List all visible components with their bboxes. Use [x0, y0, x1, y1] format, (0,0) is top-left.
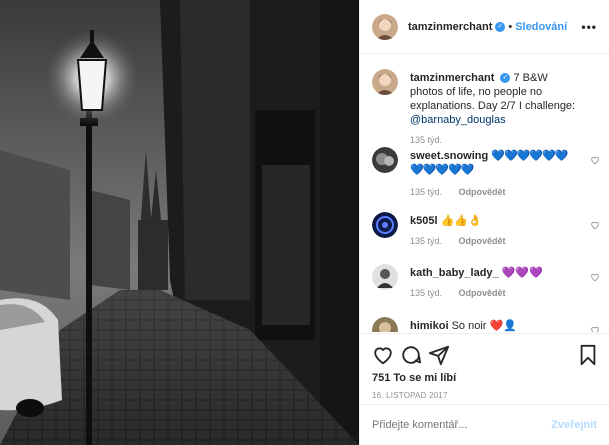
comment-body: So noir ❤️👤 [451, 320, 517, 332]
caption-text: tamzinmerchant ✓ 7 B&W photos of life, n… [410, 71, 580, 127]
comment-time: 135 týd. [410, 236, 443, 246]
comment-row: himikoi So noir ❤️👤 [372, 317, 600, 332]
heart-icon[interactable] [372, 344, 394, 366]
post-actions: 751 To se mi líbí 16. LISTOPAD 2017 Zveř… [360, 333, 609, 443]
comment-username[interactable]: k505l [410, 215, 438, 227]
comment-meta: 135 týd. Odpovědět [410, 288, 506, 298]
comment-row: k505l 👍👍👌 135 týd. Odpovědět [372, 212, 600, 252]
comment-username[interactable]: kath_baby_lady_ [410, 267, 499, 279]
caption-time: 135 týd. [410, 135, 443, 145]
comment-meta: 135 týd. Odpovědět [410, 187, 506, 197]
comment-row: sweet.snowing 💙💙💙💙💙💙💙💙💙💙💙 135 týd. Odpov… [372, 147, 600, 197]
more-options-icon[interactable]: ••• [581, 21, 597, 33]
post-comment-button[interactable]: Zveřejnit [551, 419, 597, 431]
share-icon[interactable] [428, 344, 450, 366]
caption-row: tamzinmerchant ✓ 7 B&W photos of life, n… [372, 69, 600, 145]
commenter-avatar[interactable] [372, 147, 398, 173]
comment-row: kath_baby_lady_ 💜💜💜 135 týd. Odpovědět [372, 264, 600, 304]
comment-text: sweet.snowing 💙💙💙💙💙💙💙💙💙💙💙 [410, 149, 580, 177]
comment-username[interactable]: himikoi [410, 320, 449, 332]
comment-body: 👍👍👌 [440, 215, 482, 227]
bookmark-icon[interactable] [577, 344, 599, 366]
comment-body: 💜💜💜 [501, 267, 543, 279]
verified-badge-icon: ✓ [500, 73, 511, 84]
comment-time: 135 týd. [410, 288, 443, 298]
post-photo[interactable] [0, 0, 359, 445]
likes-count[interactable]: 751 To se mi líbí [372, 372, 456, 384]
separator-dot: • [508, 20, 513, 33]
post-side-panel: tamzinmerchant ✓ • Sledování ••• tamzinm… [359, 0, 609, 445]
comment-text: kath_baby_lady_ 💜💜💜 [410, 266, 580, 280]
commenter-avatar[interactable] [372, 264, 398, 290]
avatar-image [372, 69, 398, 95]
author-avatar[interactable] [372, 13, 398, 40]
comment-meta: 135 týd. Odpovědět [410, 236, 506, 246]
post-modal: tamzinmerchant ✓ • Sledování ••• tamzinm… [0, 0, 609, 445]
like-comment-heart-icon[interactable] [590, 220, 600, 230]
author-username[interactable]: tamzinmerchant [408, 21, 492, 33]
reply-button[interactable]: Odpovědět [459, 236, 506, 246]
comment-icon[interactable] [400, 344, 422, 366]
comments-list[interactable]: tamzinmerchant ✓ 7 B&W photos of life, n… [360, 55, 609, 332]
comment-username[interactable]: sweet.snowing [410, 150, 488, 162]
post-date: 16. LISTOPAD 2017 [372, 391, 448, 400]
caption-meta: 135 týd. [410, 135, 442, 145]
comment-input[interactable] [372, 419, 552, 431]
caption-avatar[interactable] [372, 69, 398, 95]
night-street-photo [0, 0, 359, 445]
like-comment-heart-icon[interactable] [590, 325, 600, 332]
caption-mention-link[interactable]: @barnaby_douglas [410, 114, 506, 126]
avatar-image [372, 212, 398, 238]
post-header: tamzinmerchant ✓ • Sledování ••• [360, 0, 609, 54]
reply-button[interactable]: Odpovědět [459, 288, 506, 298]
add-comment-bar: Zveřejnit [360, 404, 609, 444]
comment-text: k505l 👍👍👌 [410, 214, 580, 228]
like-comment-heart-icon[interactable] [590, 155, 600, 165]
commenter-avatar[interactable] [372, 317, 398, 332]
avatar-image [372, 13, 398, 40]
caption-username[interactable]: tamzinmerchant [410, 72, 494, 84]
reply-button[interactable]: Odpovědět [459, 187, 506, 197]
verified-badge-icon: ✓ [495, 21, 506, 32]
commenter-avatar[interactable] [372, 212, 398, 238]
like-comment-heart-icon[interactable] [590, 272, 600, 282]
comment-time: 135 týd. [410, 187, 443, 197]
following-button[interactable]: Sledování [515, 21, 567, 33]
comment-text: himikoi So noir ❤️👤 [410, 319, 580, 332]
avatar-image [372, 147, 398, 173]
avatar-image [372, 264, 398, 290]
avatar-image [372, 317, 398, 332]
